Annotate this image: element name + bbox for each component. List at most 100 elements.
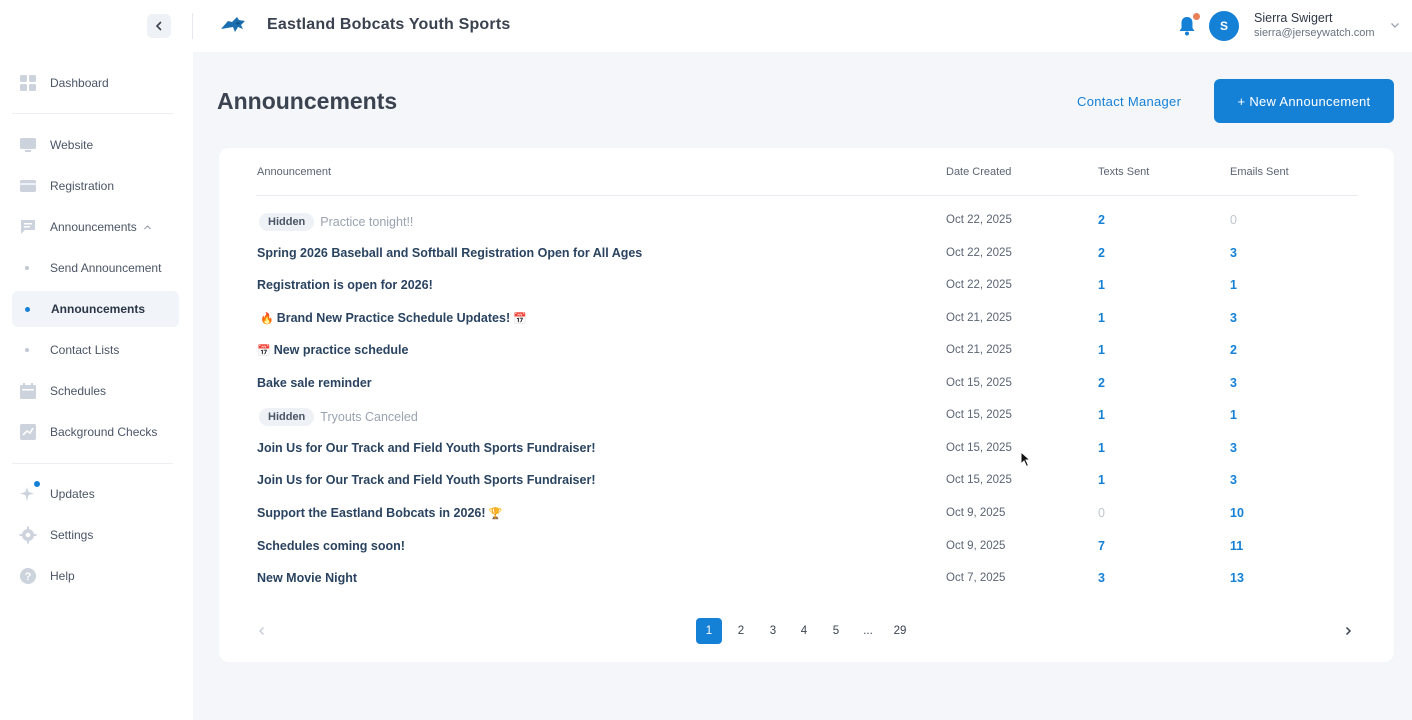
table-row[interactable]: Join Us for Our Track and Field Youth Sp… <box>219 464 1394 496</box>
announcement-title[interactable]: Support the Eastland Bobcats in 2026! 🏆 <box>257 506 505 520</box>
table-row[interactable]: Support the Eastland Bobcats in 2026! 🏆 … <box>219 497 1394 529</box>
table-row[interactable]: Schedules coming soon! Oct 9, 2025 7 11 <box>219 530 1394 562</box>
sidebar-item-help[interactable]: ? Help <box>12 558 179 594</box>
column-header-emails-sent[interactable]: Emails Sent <box>1230 166 1289 178</box>
sidebar-item-label: Help <box>50 569 75 583</box>
texts-sent[interactable]: 1 <box>1098 343 1105 357</box>
table-row[interactable]: Spring 2026 Baseball and Softball Regist… <box>219 237 1394 269</box>
texts-sent[interactable]: 1 <box>1098 311 1105 325</box>
notification-dot <box>1193 13 1200 20</box>
dashboard-icon <box>19 74 37 92</box>
texts-sent[interactable]: 2 <box>1098 213 1105 227</box>
svg-text:?: ? <box>25 571 32 583</box>
date-created: Oct 21, 2025 <box>946 312 1012 324</box>
sidebar-item-announcements[interactable]: Announcements <box>12 209 179 245</box>
emails-sent[interactable]: 3 <box>1230 473 1237 487</box>
mouse-cursor-icon <box>1020 451 1032 468</box>
page-button-5[interactable]: 5 <box>823 618 849 644</box>
sidebar-item-dashboard[interactable]: Dashboard <box>12 65 179 101</box>
bullet-icon <box>25 348 29 352</box>
main-content: Announcements Contact Manager + New Anno… <box>193 52 1412 720</box>
avatar[interactable]: S <box>1209 11 1239 41</box>
texts-sent[interactable]: 1 <box>1098 408 1105 422</box>
sidebar-item-settings[interactable]: Settings <box>12 517 179 553</box>
previous-page-icon[interactable] <box>255 624 269 638</box>
table-row[interactable]: 📅 New practice schedule Oct 21, 2025 1 2 <box>219 334 1394 366</box>
trophy-emoji-icon: 🏆 <box>488 507 503 520</box>
column-header-date-created[interactable]: Date Created <box>946 166 1011 178</box>
date-created: Oct 15, 2025 <box>946 409 1012 421</box>
page-button-3[interactable]: 3 <box>760 618 786 644</box>
new-announcement-button[interactable]: + New Announcement <box>1214 79 1394 123</box>
page-button-2[interactable]: 2 <box>728 618 754 644</box>
texts-sent[interactable]: 1 <box>1098 441 1105 455</box>
emails-sent[interactable]: 3 <box>1230 246 1237 260</box>
collapse-sidebar-button[interactable] <box>147 14 171 38</box>
sidebar-item-announcements-list[interactable]: Announcements <box>12 291 179 327</box>
emails-sent[interactable]: 3 <box>1230 376 1237 390</box>
emails-sent[interactable]: 3 <box>1230 311 1237 325</box>
announcement-title[interactable]: Bake sale reminder <box>257 376 372 390</box>
sidebar-item-background-checks[interactable]: Background Checks <box>12 414 179 450</box>
texts-sent[interactable]: 2 <box>1098 246 1105 260</box>
emails-sent[interactable]: 2 <box>1230 343 1237 357</box>
contact-manager-link[interactable]: Contact Manager <box>1077 94 1181 109</box>
org-name: Eastland Bobcats Youth Sports <box>267 16 511 33</box>
announcement-title[interactable]: 📅 New practice schedule <box>257 343 408 357</box>
chevron-up-icon <box>143 224 151 229</box>
table-row[interactable]: Bake sale reminder Oct 15, 2025 2 3 <box>219 367 1394 399</box>
page-button-1[interactable]: 1 <box>696 618 722 644</box>
announcement-title[interactable]: Join Us for Our Track and Field Youth Sp… <box>257 441 595 455</box>
table-row[interactable]: 🔥 Brand New Practice Schedule Updates! 📅… <box>219 302 1394 334</box>
sparkle-icon <box>19 485 37 503</box>
calendar-icon <box>19 382 37 400</box>
announcement-title[interactable]: New Movie Night <box>257 571 357 585</box>
texts-sent[interactable]: 7 <box>1098 539 1105 553</box>
user-name[interactable]: Sierra Swigert <box>1254 11 1333 25</box>
texts-sent[interactable]: 1 <box>1098 473 1105 487</box>
page-button-29[interactable]: 29 <box>887 618 913 644</box>
announcement-title[interactable]: Hidden Tryouts Canceled <box>257 408 418 426</box>
emails-sent[interactable]: 13 <box>1230 571 1244 585</box>
date-created: Oct 22, 2025 <box>946 247 1012 259</box>
sidebar-item-label: Send Announcement <box>50 261 162 275</box>
emails-sent[interactable]: 10 <box>1230 506 1244 520</box>
column-header-announcement[interactable]: Announcement <box>257 166 331 178</box>
date-created: Oct 22, 2025 <box>946 214 1012 226</box>
announcement-title[interactable]: Spring 2026 Baseball and Softball Regist… <box>257 246 642 260</box>
emails-sent[interactable]: 1 <box>1230 278 1237 292</box>
column-header-texts-sent[interactable]: Texts Sent <box>1098 166 1149 178</box>
texts-sent[interactable]: 3 <box>1098 571 1105 585</box>
emails-sent[interactable]: 1 <box>1230 408 1237 422</box>
sidebar-item-send-announcement[interactable]: Send Announcement <box>12 250 179 286</box>
texts-sent: 0 <box>1098 506 1105 520</box>
table-row[interactable]: Join Us for Our Track and Field Youth Sp… <box>219 432 1394 464</box>
page-button-4[interactable]: 4 <box>791 618 817 644</box>
message-icon <box>19 218 37 236</box>
table-row[interactable]: Registration is open for 2026! Oct 22, 2… <box>219 269 1394 301</box>
announcement-title[interactable]: Registration is open for 2026! <box>257 278 433 292</box>
announcement-title[interactable]: Hidden Practice tonight!! <box>257 213 413 231</box>
divider <box>12 463 173 464</box>
sidebar-item-contact-lists[interactable]: Contact Lists <box>12 332 179 368</box>
emails-sent[interactable]: 11 <box>1230 539 1243 553</box>
sidebar-item-registration[interactable]: Registration <box>12 168 179 204</box>
sidebar-item-label: Announcements <box>51 302 146 316</box>
announcement-title[interactable]: Join Us for Our Track and Field Youth Sp… <box>257 473 595 487</box>
page-ellipsis: ... <box>863 625 873 637</box>
table-row[interactable]: Hidden Practice tonight!! Oct 22, 2025 2… <box>219 204 1394 236</box>
table-row[interactable]: New Movie Night Oct 7, 2025 3 13 <box>219 562 1394 594</box>
title-text: Practice tonight!! <box>320 215 414 229</box>
sidebar-item-schedules[interactable]: Schedules <box>12 373 179 409</box>
chevron-down-icon[interactable] <box>1389 19 1401 31</box>
announcement-title[interactable]: Schedules coming soon! <box>257 539 405 553</box>
announcement-title[interactable]: 🔥 Brand New Practice Schedule Updates! 📅 <box>257 311 530 325</box>
next-page-icon[interactable] <box>1341 624 1355 638</box>
texts-sent[interactable]: 1 <box>1098 278 1105 292</box>
emails-sent[interactable]: 3 <box>1230 441 1237 455</box>
top-bar: Eastland Bobcats Youth Sports S Sierra S… <box>0 0 1412 52</box>
sidebar-item-website[interactable]: Website <box>12 127 179 163</box>
table-row[interactable]: Hidden Tryouts Canceled Oct 15, 2025 1 1 <box>219 399 1394 431</box>
texts-sent[interactable]: 2 <box>1098 376 1105 390</box>
divider <box>256 195 1358 196</box>
